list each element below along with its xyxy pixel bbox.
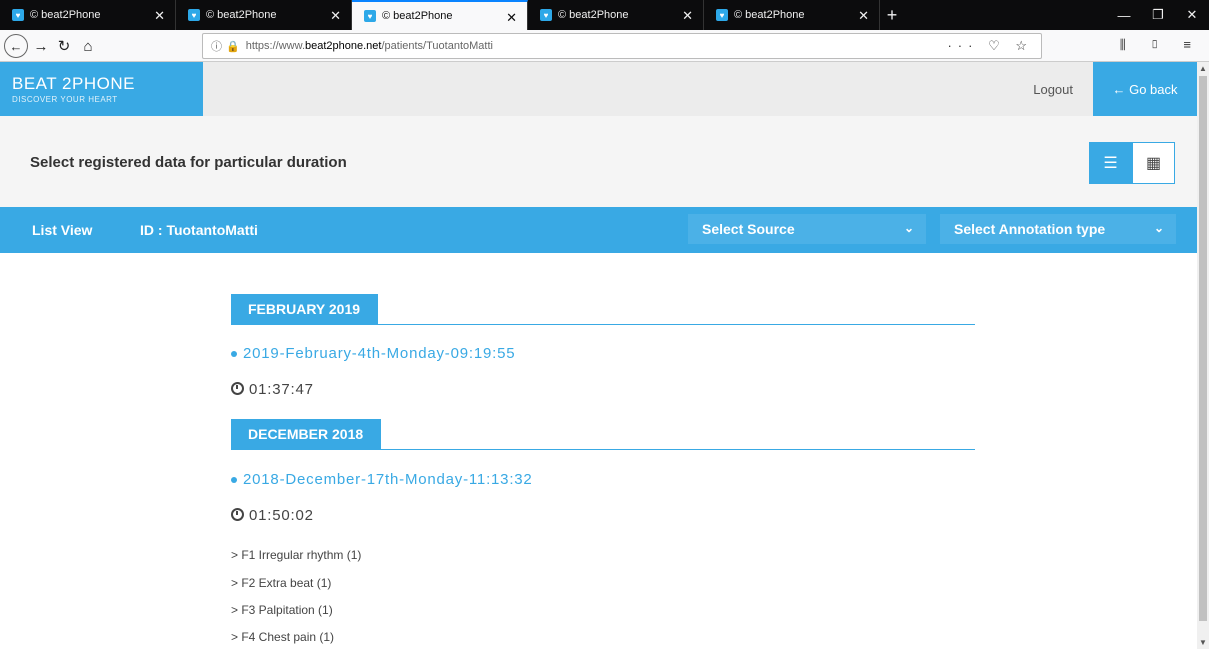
- tab-title: © beat2Phone: [382, 10, 453, 22]
- clock-icon: [231, 508, 244, 521]
- bullet-icon: [231, 477, 237, 484]
- minimize-icon[interactable]: —: [1107, 0, 1141, 30]
- scroll-down-icon[interactable]: ▼: [1197, 638, 1209, 647]
- record-link[interactable]: 2019-February-4th-Monday-09:19:55: [231, 345, 515, 362]
- month-label: DECEMBER 2018: [231, 419, 382, 449]
- browser-tabbar: ♥ © beat2Phone ✕ ♥ © beat2Phone ✕ ♥ © be…: [0, 0, 1209, 30]
- beat2phone-logo[interactable]: BEAT 2PHONE DISCOVER YOUR HEART: [0, 62, 203, 116]
- url-host: beat2phone.net: [305, 40, 382, 52]
- info-icon[interactable]: ⓘ: [211, 38, 222, 54]
- browser-tab-3[interactable]: ♥ © beat2Phone ✕: [352, 0, 528, 30]
- url-bar[interactable]: ⓘ 🔒 https://www. beat2phone.net/patients/…: [202, 33, 1042, 59]
- close-icon[interactable]: ✕: [506, 10, 517, 26]
- back-arrow-icon[interactable]: ←: [4, 34, 28, 58]
- page-scrollbar[interactable]: ▲ ▼: [1197, 62, 1209, 649]
- scroll-up-icon[interactable]: ▲: [1197, 64, 1209, 73]
- beat2phone-favicon-icon: ♥: [540, 9, 552, 21]
- close-icon[interactable]: ✕: [682, 8, 693, 24]
- record-link-text: 2019-February-4th-Monday-09:19:55: [243, 345, 516, 362]
- filter-bar: List View ID : TuotantoMatti Select Sour…: [0, 207, 1197, 253]
- duration-text: 01:37:47: [249, 381, 314, 398]
- close-icon[interactable]: ✕: [858, 8, 869, 24]
- month-label: FEBRUARY 2019: [231, 294, 379, 324]
- select-source-dropdown[interactable]: Select Source ⌄: [688, 214, 926, 244]
- reload-icon[interactable]: ↻: [54, 34, 74, 58]
- month-header: DECEMBER 2018: [231, 419, 975, 450]
- chevron-down-icon: ⌄: [1153, 221, 1164, 235]
- view-toggle: ☰ ▦: [1089, 142, 1175, 184]
- annotation-item[interactable]: > F1 Irregular rhythm (1): [231, 548, 361, 562]
- site-header: BEAT 2PHONE DISCOVER YOUR HEART Logout ←…: [0, 62, 1197, 116]
- beat2phone-favicon-icon: ♥: [12, 9, 24, 21]
- logout-link[interactable]: Logout: [1033, 82, 1073, 97]
- tab-title: © beat2Phone: [30, 9, 101, 21]
- duration-text: 01:50:02: [249, 507, 314, 524]
- window-controls: — ❐ ✕: [1107, 0, 1209, 30]
- annotation-item[interactable]: > F3 Palpitation (1): [231, 603, 333, 617]
- record-link-text: 2018-December-17th-Monday-11:13:32: [243, 471, 533, 488]
- forward-arrow-icon[interactable]: →: [32, 34, 50, 58]
- close-window-icon[interactable]: ✕: [1175, 0, 1209, 30]
- close-icon[interactable]: ✕: [154, 8, 165, 24]
- list-view-icon[interactable]: ☰: [1089, 142, 1132, 184]
- new-tab-plus-icon[interactable]: +: [880, 0, 904, 30]
- restore-icon[interactable]: ❐: [1141, 0, 1175, 30]
- select-source-label: Select Source: [702, 221, 795, 237]
- logo-title: BEAT 2PHONE: [12, 74, 135, 93]
- logo-subtitle: DISCOVER YOUR HEART: [12, 95, 118, 104]
- page-actions-icon[interactable]: ··· ♡ ☆: [947, 38, 1033, 54]
- url-prefix: https://www.: [245, 40, 305, 52]
- tab-title: © beat2Phone: [206, 9, 277, 21]
- browser-tab-4[interactable]: ♥ © beat2Phone ✕: [528, 0, 704, 30]
- record-duration: 01:50:02: [231, 507, 314, 524]
- clock-icon: [231, 382, 244, 395]
- annotation-item[interactable]: > F4 Chest pain (1): [231, 630, 334, 644]
- browser-tab-1[interactable]: ♥ © beat2Phone ✕: [0, 0, 176, 30]
- browser-tab-2[interactable]: ♥ © beat2Phone ✕: [176, 0, 352, 30]
- tab-title: © beat2Phone: [558, 9, 629, 21]
- beat2phone-favicon-icon: ♥: [188, 9, 200, 21]
- select-annotation-dropdown[interactable]: Select Annotation type ⌄: [940, 214, 1176, 244]
- page-title: Select registered data for particular du…: [30, 154, 347, 171]
- list-view-label: List View: [32, 222, 93, 238]
- select-annotation-label: Select Annotation type: [954, 221, 1106, 237]
- close-icon[interactable]: ✕: [330, 8, 341, 24]
- scrollbar-thumb[interactable]: [1199, 76, 1207, 621]
- tab-title: © beat2Phone: [734, 9, 805, 21]
- browser-tab-5[interactable]: ♥ © beat2Phone ✕: [704, 0, 880, 30]
- calendar-view-icon[interactable]: ▦: [1132, 142, 1175, 184]
- record-duration: 01:37:47: [231, 381, 314, 398]
- beat2phone-favicon-icon: ♥: [364, 10, 376, 22]
- month-header: FEBRUARY 2019: [231, 294, 975, 325]
- chevron-down-icon: ⌄: [903, 221, 914, 235]
- browser-navbar: ← → ↻ ⌂ ⓘ 🔒 https://www. beat2phone.net/p…: [0, 30, 1209, 62]
- beat2phone-favicon-icon: ♥: [716, 9, 728, 21]
- go-back-button[interactable]: ← Go back: [1093, 62, 1197, 116]
- annotation-item[interactable]: > F2 Extra beat (1): [231, 576, 331, 590]
- url-path: /patients/TuotantoMatti: [381, 40, 493, 52]
- record-link[interactable]: 2018-December-17th-Monday-11:13:32: [231, 471, 533, 488]
- page-heading-area: Select registered data for particular du…: [0, 116, 1197, 207]
- patient-id: ID : TuotantoMatti: [140, 222, 258, 238]
- lock-icon[interactable]: 🔒: [226, 40, 240, 53]
- library-sidebar-menu-icon[interactable]: ⫼ ▯ ≡: [1120, 37, 1201, 53]
- bullet-icon: [231, 351, 237, 358]
- home-icon[interactable]: ⌂: [78, 34, 98, 58]
